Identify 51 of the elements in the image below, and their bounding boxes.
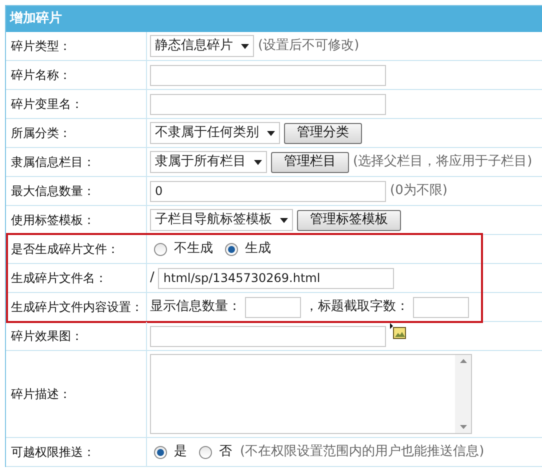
dropdown[interactable]: 子栏目导航标签模板 [150, 209, 293, 231]
radio-label: 不生成 [174, 240, 213, 258]
manage-button[interactable]: 管理分类 [284, 122, 362, 144]
caret-icon [254, 160, 262, 164]
row-label: 碎片名称： [11, 67, 71, 84]
radio-label: 是 [174, 443, 187, 462]
input-field[interactable] [413, 296, 469, 318]
caret-icon [280, 218, 288, 222]
text-area[interactable] [150, 354, 472, 434]
row-label: 碎片变里名： [11, 96, 83, 113]
row-label: 生成碎片文件内容设置： [11, 299, 143, 316]
input-field[interactable] [150, 94, 386, 114]
panel-title: 增加碎片 [10, 10, 62, 28]
dropdown[interactable]: 不隶属于任何类别 [150, 122, 280, 144]
field-label: 显示信息数量： [150, 298, 241, 316]
radio-label: 否 [219, 443, 232, 462]
row-label: 使用标签模板： [11, 212, 95, 229]
dropdown[interactable]: 隶属于所有栏目 [150, 151, 267, 173]
caret-icon [267, 130, 275, 136]
radio-button[interactable] [154, 242, 167, 256]
manage-button[interactable]: 管理栏目 [271, 152, 349, 172]
field-label: / [150, 269, 154, 288]
radio-label: 生成 [245, 240, 271, 258]
hint-text: (不在权限设置范围内的用户也能推送信息) [240, 443, 484, 462]
hint-text: (0为不限) [390, 182, 448, 200]
scroll-up-icon[interactable] [460, 359, 466, 363]
row-label: 生成碎片文件名： [11, 270, 107, 287]
row-label: 所属分类： [11, 125, 71, 142]
scroll-down-icon[interactable] [460, 425, 466, 429]
radio-button[interactable] [199, 446, 212, 458]
input-field[interactable]: html/sp/1345730269.html [158, 268, 394, 288]
hint-text: (设置后不可修改) [258, 37, 360, 56]
input-field[interactable] [150, 64, 386, 86]
input-field[interactable] [150, 326, 386, 346]
input-field[interactable]: 0 [150, 180, 386, 202]
dropdown[interactable]: 静态信息碎片 [150, 35, 254, 57]
manage-button[interactable]: 管理标签模板 [297, 210, 401, 230]
row-label: 是否生成碎片文件： [11, 241, 119, 258]
radio-button[interactable] [225, 242, 238, 256]
image-picker-icon[interactable] [390, 323, 406, 339]
input-field[interactable] [245, 296, 301, 318]
row-label: 可越权限推送： [11, 444, 95, 461]
field-label: ，标题截取字数： [305, 298, 409, 316]
row-label: 碎片效果图： [11, 328, 83, 345]
caret-icon [241, 44, 249, 48]
row-label: 碎片描述： [11, 386, 71, 403]
row-label: 碎片类型： [11, 38, 71, 55]
row-label: 最大信息数量： [11, 183, 95, 200]
hint-text: (选择父栏目，将应用于子栏目) [353, 153, 532, 172]
row-label: 隶属信息栏目： [11, 154, 95, 171]
radio-button[interactable] [154, 446, 167, 458]
